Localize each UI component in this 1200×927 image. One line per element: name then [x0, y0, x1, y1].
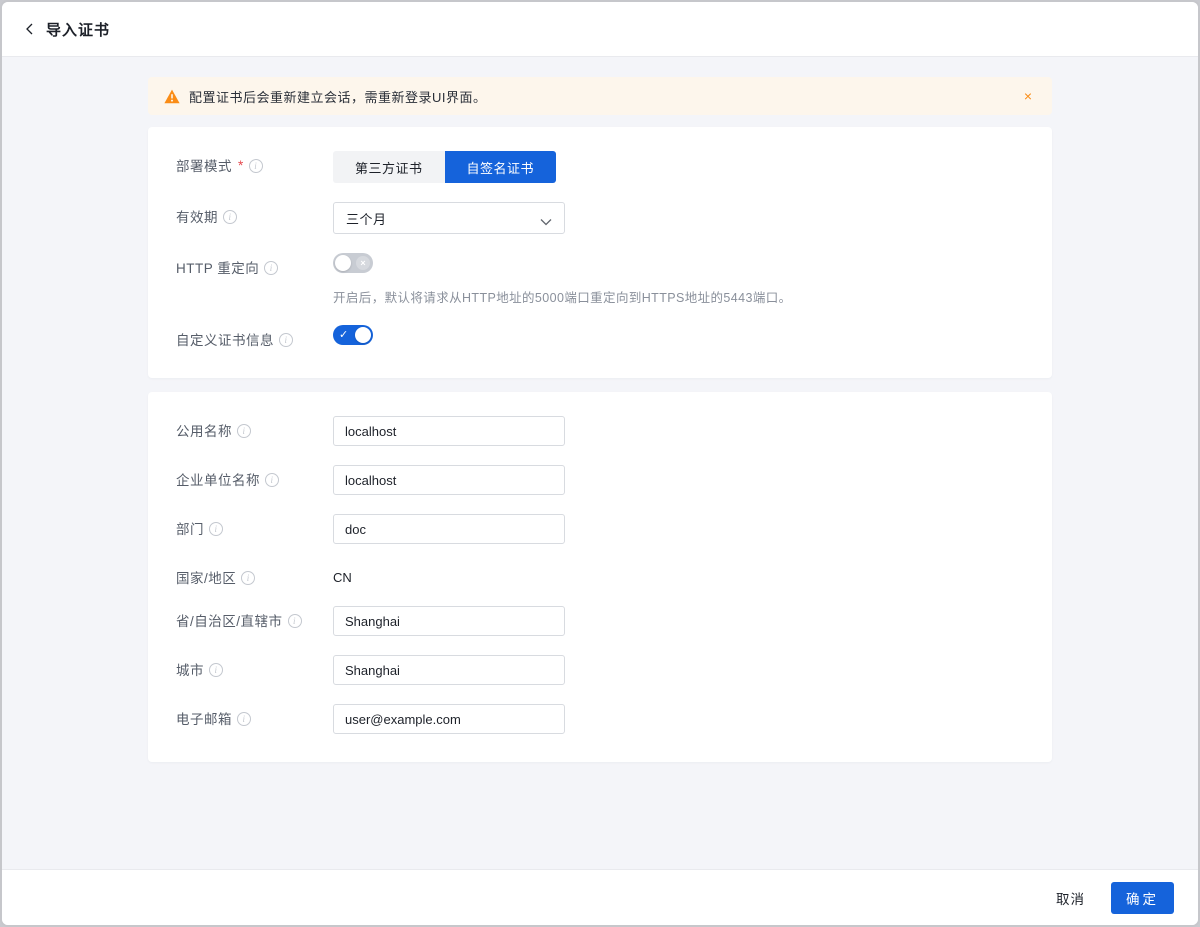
department-input[interactable]	[333, 514, 565, 544]
toggle-on-icon: ✓	[339, 327, 348, 343]
info-icon[interactable]: i	[223, 210, 237, 224]
top-bar: 导入证书	[2, 2, 1198, 57]
warning-icon	[164, 89, 180, 104]
toggle-knob	[355, 327, 371, 343]
cancel-button[interactable]: 取消	[1056, 888, 1085, 908]
certificate-settings-card: 部署模式* i 第三方证书 自签名证书 有效期 i	[148, 127, 1052, 378]
department-label: 部门 i	[176, 514, 333, 544]
country-row: 国家/地区 i CN	[176, 563, 1024, 587]
validity-label: 有效期 i	[176, 202, 333, 234]
department-row: 部门 i	[176, 514, 1024, 544]
info-icon[interactable]: i	[288, 614, 302, 628]
org-name-row: 企业单位名称 i	[176, 465, 1024, 495]
common-name-label: 公用名称 i	[176, 416, 333, 446]
deploy-mode-segmented-control: 第三方证书 自签名证书	[333, 151, 556, 183]
http-redirect-row: HTTP 重定向 i × 开启后，默认将请求从HTTP地址的5000端口重定向到…	[176, 253, 1024, 306]
info-icon[interactable]: i	[264, 261, 278, 275]
province-label: 省/自治区/直辖市 i	[176, 606, 333, 636]
warning-message: 配置证书后会重新建立会话，需重新登录UI界面。	[189, 87, 1011, 106]
import-certificate-page: 导入证书 配置证书后会重新建立会话，需重新登录UI界面。 × 部署模式*	[0, 0, 1200, 927]
info-icon[interactable]: i	[279, 333, 293, 347]
province-input[interactable]	[333, 606, 565, 636]
common-name-row: 公用名称 i	[176, 416, 1024, 446]
info-icon[interactable]: i	[249, 159, 263, 173]
required-mark: *	[238, 158, 244, 173]
info-icon[interactable]: i	[237, 424, 251, 438]
toggle-knob	[335, 255, 351, 271]
footer-action-bar: 取消 确定	[2, 869, 1198, 925]
main-content: 配置证书后会重新建立会话，需重新登录UI界面。 × 部署模式* i 第三方证书 …	[2, 57, 1198, 869]
back-icon[interactable]	[24, 23, 36, 35]
country-label: 国家/地区 i	[176, 563, 333, 587]
org-name-label: 企业单位名称 i	[176, 465, 333, 495]
info-icon[interactable]: i	[265, 473, 279, 487]
toggle-off-icon: ×	[356, 256, 370, 270]
custom-cert-info-row: 自定义证书信息 i ✓	[176, 325, 1024, 350]
country-value: CN	[333, 563, 1024, 585]
custom-cert-info-toggle[interactable]: ✓	[333, 325, 373, 345]
info-icon[interactable]: i	[209, 663, 223, 677]
email-label: 电子邮箱 i	[176, 704, 333, 734]
deploy-mode-row: 部署模式* i 第三方证书 自签名证书	[176, 151, 1024, 183]
validity-selected-value: 三个月	[346, 209, 540, 228]
info-icon[interactable]: i	[209, 522, 223, 536]
third-party-cert-button[interactable]: 第三方证书	[333, 151, 445, 183]
province-row: 省/自治区/直辖市 i	[176, 606, 1024, 636]
email-input[interactable]	[333, 704, 565, 734]
validity-select[interactable]: 三个月	[333, 202, 565, 234]
info-icon[interactable]: i	[237, 712, 251, 726]
city-label: 城市 i	[176, 655, 333, 685]
self-signed-cert-button[interactable]: 自签名证书	[445, 151, 557, 183]
certificate-info-card: 公用名称 i 企业单位名称 i	[148, 392, 1052, 762]
close-icon[interactable]: ×	[1020, 87, 1036, 105]
city-input[interactable]	[333, 655, 565, 685]
page-title: 导入证书	[46, 19, 110, 40]
http-redirect-toggle[interactable]: ×	[333, 253, 373, 273]
warning-banner: 配置证书后会重新建立会话，需重新登录UI界面。 ×	[148, 77, 1052, 115]
confirm-button[interactable]: 确定	[1111, 882, 1174, 914]
http-redirect-help-text: 开启后，默认将请求从HTTP地址的5000端口重定向到HTTPS地址的5443端…	[333, 287, 1024, 306]
deploy-mode-label: 部署模式* i	[176, 151, 333, 183]
info-icon[interactable]: i	[241, 571, 255, 585]
city-row: 城市 i	[176, 655, 1024, 685]
chevron-down-icon	[540, 214, 552, 222]
http-redirect-label: HTTP 重定向 i	[176, 253, 333, 306]
org-name-input[interactable]	[333, 465, 565, 495]
common-name-input[interactable]	[333, 416, 565, 446]
custom-cert-info-label: 自定义证书信息 i	[176, 325, 333, 350]
email-row: 电子邮箱 i	[176, 704, 1024, 734]
validity-row: 有效期 i 三个月	[176, 202, 1024, 234]
